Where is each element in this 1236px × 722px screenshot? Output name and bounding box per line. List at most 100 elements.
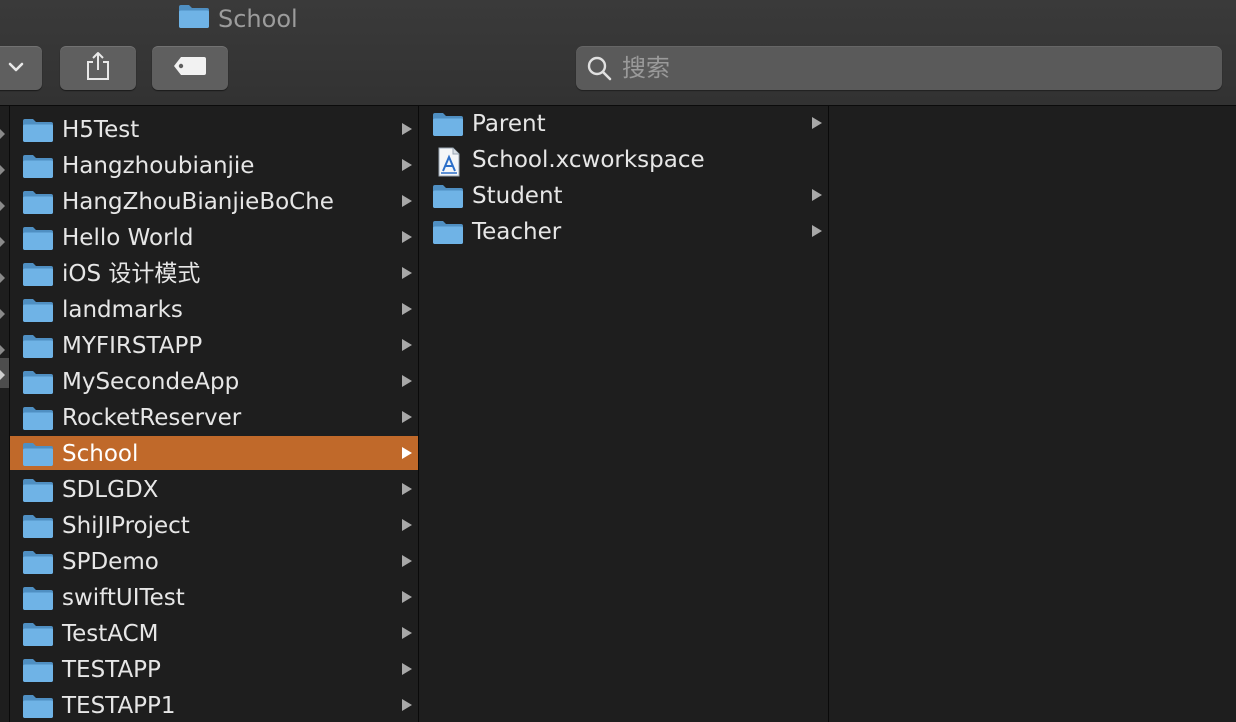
chevron-down-icon [6,59,26,78]
chevron-right-icon [402,447,412,459]
folder-row[interactable]: Teacher [420,214,828,248]
folder-icon [432,183,464,209]
item-label: School [62,441,139,467]
folder-row[interactable]: Hangzhoubianjie [10,148,418,182]
finder-window: School 搜索 H5Test Hangzhoubianjie HangZho… [0,0,1236,722]
folder-icon [22,297,54,323]
chevron-right-icon [402,411,412,423]
window-title: School [178,4,298,34]
chevron-right-icon [0,345,5,355]
previous-column-edge[interactable] [0,106,10,722]
chevron-right-icon [0,129,5,139]
folder-row[interactable]: ShiJIProject [10,508,418,542]
chevron-right-icon [812,117,822,129]
folder-icon [22,261,54,287]
item-label: landmarks [62,297,183,323]
folder-icon [22,441,54,467]
folder-row[interactable]: HangZhouBianjieBoChe [10,184,418,218]
chevron-right-icon [0,370,5,380]
chevron-right-icon [402,591,412,603]
search-icon [576,55,622,81]
item-label: TestACM [62,621,159,647]
toolbar: School [0,0,1236,106]
chevron-right-icon [0,165,5,175]
chevron-right-icon [0,309,5,319]
chevron-right-icon [812,225,822,237]
folder-row[interactable]: Parent [420,106,828,140]
folder-icon [22,477,54,503]
folder-row[interactable]: TESTAPP1 [10,688,418,722]
search-input[interactable] [622,48,1222,88]
item-label: RocketReserver [62,405,242,431]
chevron-right-icon [402,663,412,675]
folder-row[interactable]: SPDemo [10,544,418,578]
item-label: Teacher [472,219,562,245]
item-label: ShiJIProject [62,513,190,539]
chevron-right-icon [402,555,412,567]
item-label: SDLGDX [62,477,159,503]
folder-icon [22,621,54,647]
folder-row[interactable]: TestACM [10,616,418,650]
item-label: School.xcworkspace [472,147,705,173]
chevron-right-icon [402,519,412,531]
folder-row[interactable]: iOS 设计模式 [10,256,418,290]
chevron-right-icon [402,375,412,387]
search-field[interactable] [576,46,1222,90]
chevron-right-icon [402,627,412,639]
chevron-right-icon [402,123,412,135]
chevron-right-icon [402,483,412,495]
folder-icon [22,189,54,215]
folder-row[interactable]: landmarks [10,292,418,326]
chevron-right-icon [402,303,412,315]
folder-icon [22,333,54,359]
folder-row[interactable]: Student [420,178,828,212]
tag-icon [172,55,208,81]
item-label: MYFIRSTAPP [62,333,203,359]
folder-row[interactable]: RocketReserver [10,400,418,434]
chevron-right-icon [0,273,5,283]
folder-icon [432,111,464,137]
chevron-right-icon [402,339,412,351]
file-row[interactable]: School.xcworkspace [420,142,828,177]
folder-icon [178,3,210,35]
share-button[interactable] [60,46,136,90]
folder-row[interactable]: School [10,436,418,470]
item-label: Student [472,183,563,209]
xcworkspace-file-icon [432,147,464,177]
chevron-right-icon [0,201,5,211]
folder-row[interactable]: TESTAPP [10,652,418,686]
item-label: MySecondeApp [62,369,240,395]
window-title-text: School [218,5,298,33]
item-label: Hangzhoubianjie [62,153,255,179]
folder-icon [22,549,54,575]
folder-row[interactable]: Hello World [10,220,418,254]
folder-icon [22,513,54,539]
folder-row[interactable]: MYFIRSTAPP [10,328,418,362]
item-label: iOS 设计模式 [62,261,201,287]
item-label: H5Test [62,117,140,143]
folder-row[interactable]: SDLGDX [10,472,418,506]
folder-icon [22,693,54,719]
folder-icon [22,585,54,611]
chevron-right-icon [812,189,822,201]
folder-row[interactable]: H5Test [10,112,418,146]
item-label: Parent [472,111,546,137]
item-label: SPDemo [62,549,159,575]
folder-icon [22,153,54,179]
item-label: swiftUITest [62,585,185,611]
share-icon [85,50,111,86]
item-label: TESTAPP [62,657,161,683]
browser-column-2[interactable]: Parent School.xcworkspace Student Teacher [420,106,829,722]
folder-icon [22,117,54,143]
item-label: TESTAPP1 [62,693,176,719]
chevron-right-icon [402,195,412,207]
folder-icon [432,219,464,245]
folder-icon [22,369,54,395]
folder-row[interactable]: MySecondeApp [10,364,418,398]
browser-column-3[interactable] [830,106,1236,722]
folder-row[interactable]: swiftUITest [10,580,418,614]
browser-column-1[interactable]: ⌒⌒⌒⌒ H5TestHangzhoubianjieHangZhouBianji… [10,106,419,722]
tag-button[interactable] [152,46,228,90]
view-dropdown-button[interactable] [0,46,42,90]
folder-icon [22,225,54,251]
